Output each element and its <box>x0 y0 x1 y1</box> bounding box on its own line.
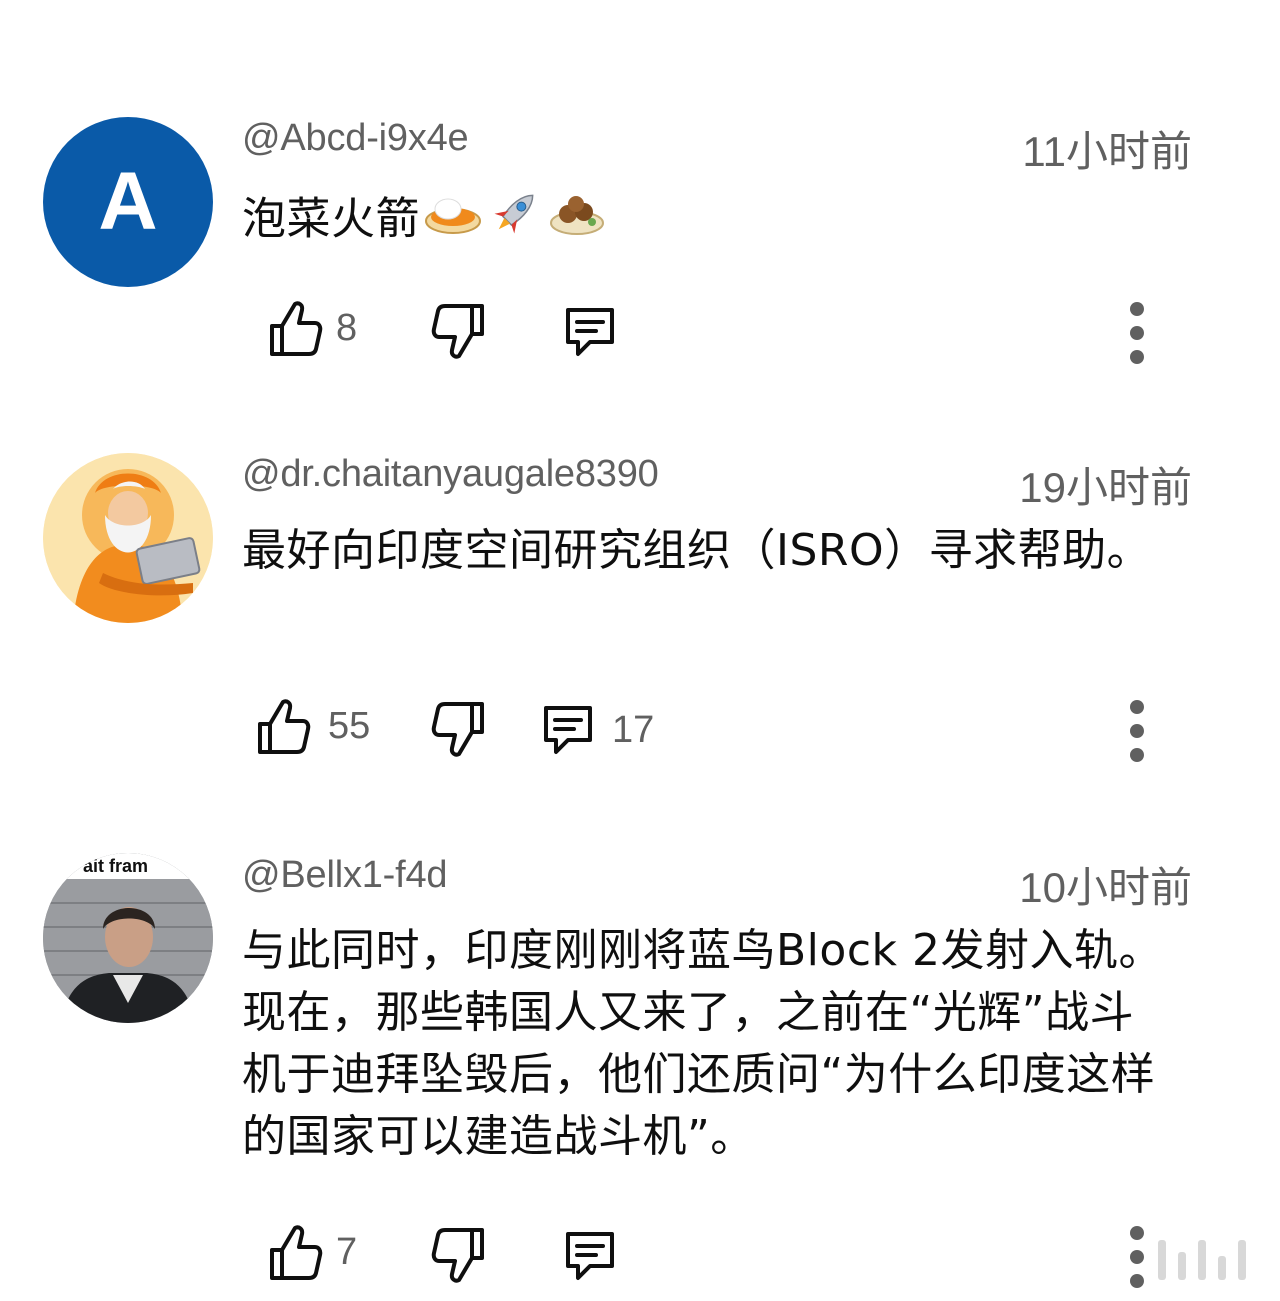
like-button[interactable]: 7 <box>268 1220 357 1284</box>
comment-text: 泡菜火箭 <box>242 184 1192 259</box>
reply-button[interactable] <box>562 304 630 360</box>
comment-timestamp: 11小时前 <box>1022 128 1192 175</box>
comment-actions: 55 17 <box>0 694 1280 764</box>
comment-author[interactable]: @dr.chaitanyaugale8390 <box>242 453 659 496</box>
comment-icon <box>566 308 614 356</box>
comment-actions: 8 <box>0 296 1280 366</box>
like-count: 7 <box>336 1230 358 1273</box>
comment-actions: 7 <box>0 1220 1280 1290</box>
comment-author[interactable]: @Abcd-i9x4e <box>242 117 469 160</box>
thumbs-down-icon <box>431 1228 484 1283</box>
comment-timestamp: 19小时前 <box>1019 464 1192 511</box>
reply-count: 17 <box>612 708 655 751</box>
like-count: 55 <box>328 704 371 747</box>
thumbs-up-icon <box>270 301 323 356</box>
like-count: 8 <box>336 306 358 349</box>
avatar[interactable] <box>43 453 213 623</box>
falafel-emoji <box>548 187 606 256</box>
comment-icon <box>544 706 592 754</box>
thumbs-up-icon <box>270 1225 323 1280</box>
like-button[interactable]: 55 <box>256 694 370 758</box>
sage-avatar-image <box>43 453 213 623</box>
reply-button[interactable] <box>562 1228 630 1284</box>
rocket-emoji <box>486 184 544 259</box>
like-button[interactable]: 8 <box>268 296 357 360</box>
comment-text: 最好向印度空间研究组织（ISRO）寻求帮助。 <box>242 525 1152 576</box>
avatar-letter: A <box>98 156 158 247</box>
avatar[interactable]: ait fram <box>43 853 213 1023</box>
more-options-icon[interactable] <box>1127 700 1147 764</box>
avatar-caption-text: ait fram <box>83 856 148 876</box>
more-options-icon[interactable] <box>1127 302 1147 366</box>
comment-icon <box>566 1232 614 1280</box>
reply-button[interactable]: 17 <box>540 702 654 758</box>
curry-rice-emoji <box>424 187 482 256</box>
comment-timestamp: 10小时前 <box>1019 864 1192 911</box>
comment-author[interactable]: @Bellx1-f4d <box>242 854 448 897</box>
dislike-button[interactable] <box>430 1224 486 1288</box>
dislike-button[interactable] <box>430 300 486 364</box>
comment-text: 与此同时，印度刚刚将蓝鸟Block 2发射入轨。现在，那些韩国人又来了，之前在“… <box>242 925 1163 1162</box>
thumbs-up-icon <box>258 699 311 754</box>
avatar[interactable]: A <box>43 117 213 287</box>
thumbs-down-icon <box>431 702 484 757</box>
man-portrait-avatar-image: ait fram <box>43 853 213 1023</box>
thumbs-down-icon <box>431 304 484 359</box>
watermark-bars <box>1128 1228 1268 1288</box>
dislike-button[interactable] <box>430 698 486 762</box>
comment-text-content: 泡菜火箭 <box>242 193 420 245</box>
